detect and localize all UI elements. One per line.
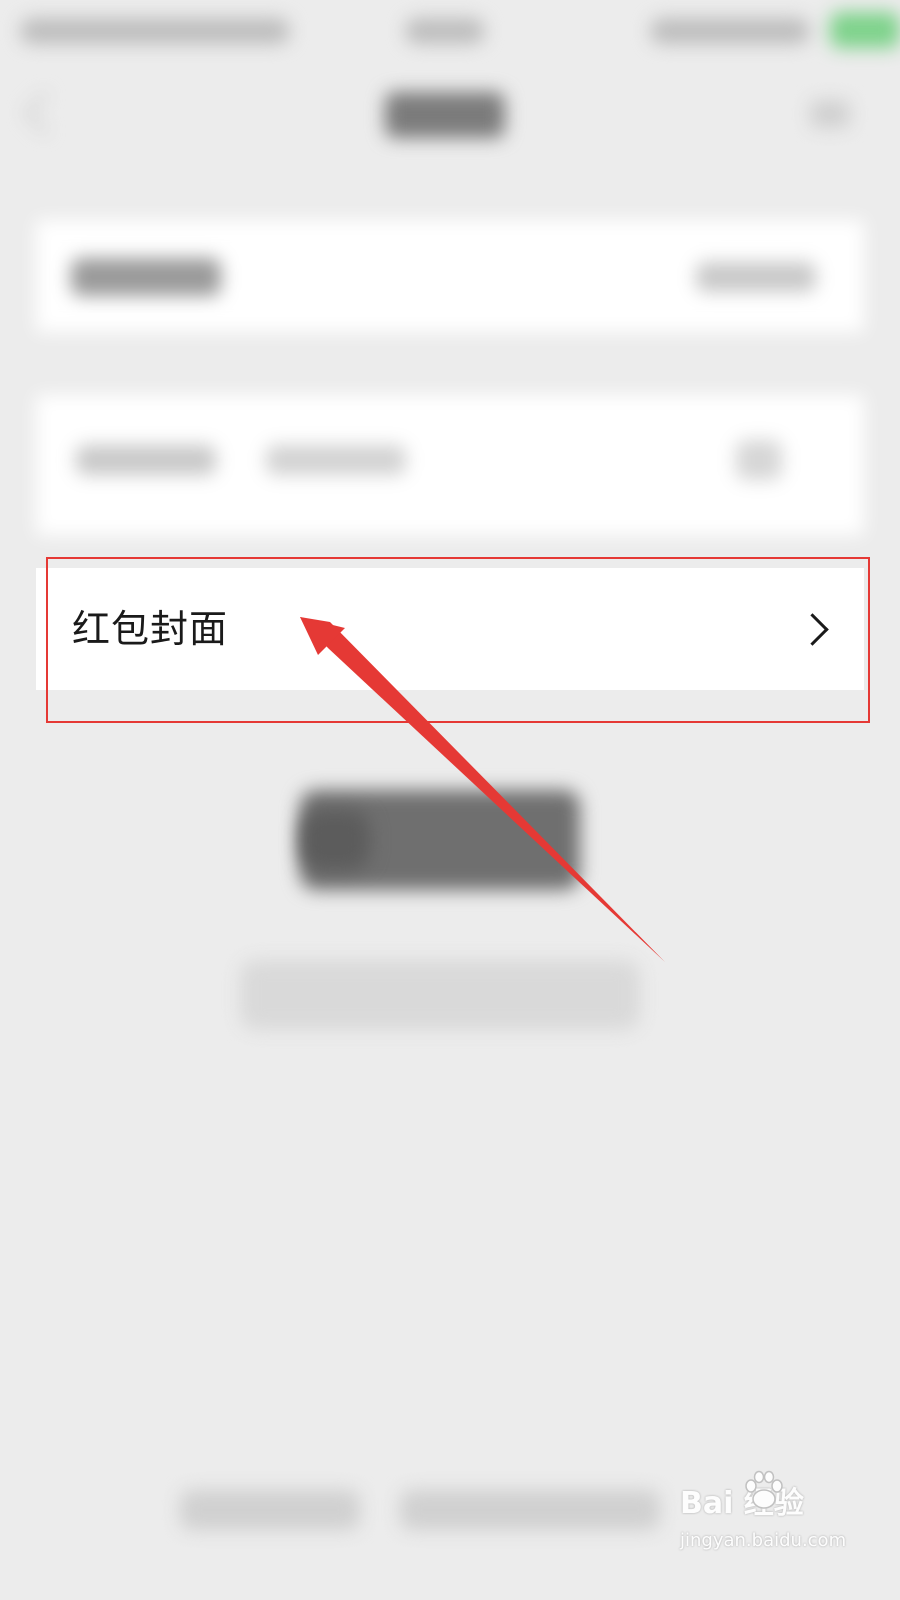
more-icon[interactable] bbox=[810, 100, 850, 128]
status-carrier bbox=[20, 18, 290, 44]
red-packet-cover-row[interactable]: 红包封面 bbox=[36, 568, 864, 690]
baidu-jingyan-watermark: Bai 经验 jingyan.baidu.com bbox=[680, 1470, 880, 1580]
screen: 红包封面 Bai 经验 jingyan.baidu.com bbox=[0, 0, 900, 1600]
nav-bar bbox=[0, 70, 900, 160]
red-packet-cover-label: 红包封面 bbox=[72, 607, 229, 651]
paw-icon bbox=[745, 1470, 783, 1509]
card-label bbox=[71, 258, 221, 296]
send-button[interactable] bbox=[240, 960, 640, 1030]
currency-symbol bbox=[300, 810, 370, 870]
footer-note-2 bbox=[400, 1490, 660, 1530]
battery-icon bbox=[830, 12, 900, 48]
watermark-url: jingyan.baidu.com bbox=[680, 1530, 847, 1551]
status-time bbox=[405, 18, 485, 44]
footer-note bbox=[180, 1490, 360, 1530]
back-icon[interactable] bbox=[23, 91, 67, 135]
message-placeholder-2 bbox=[266, 445, 406, 475]
status-bar bbox=[0, 0, 900, 70]
message-placeholder bbox=[76, 445, 216, 475]
amount-input-card[interactable] bbox=[36, 220, 864, 332]
nav-title bbox=[385, 92, 505, 138]
message-input-card[interactable] bbox=[36, 395, 864, 535]
card-value bbox=[696, 262, 816, 292]
status-indicators bbox=[650, 18, 810, 44]
chevron-right-icon bbox=[796, 613, 829, 646]
emoji-icon[interactable] bbox=[736, 440, 782, 480]
